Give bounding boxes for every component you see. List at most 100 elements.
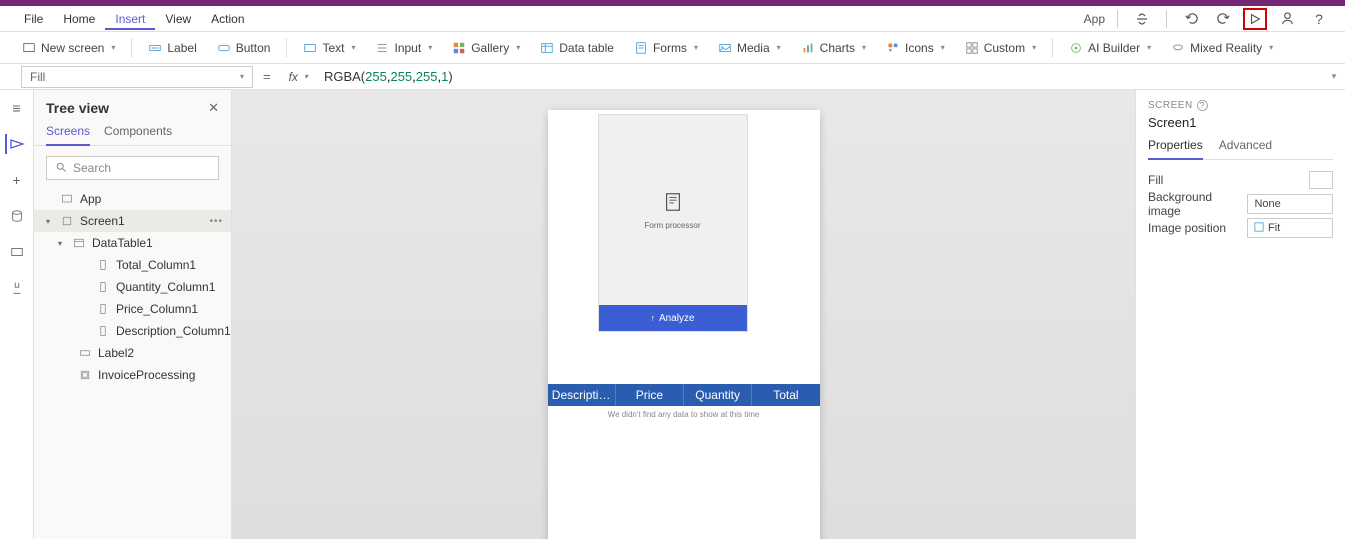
tree-view-title: Tree view	[46, 100, 109, 116]
column-header-quantity[interactable]: Quantity	[684, 384, 752, 406]
app-checker-button[interactable]: App	[1084, 8, 1105, 30]
property-selector[interactable]: Fill▾	[21, 66, 253, 88]
media-icon	[718, 41, 732, 55]
chevron-down-icon[interactable]: ▾	[46, 217, 54, 226]
tree-node-price-column[interactable]: Price_Column1	[34, 298, 231, 320]
tree-node-invoice-processing[interactable]: InvoiceProcessing	[34, 364, 231, 386]
component-icon	[78, 368, 92, 382]
tab-advanced[interactable]: Advanced	[1219, 138, 1272, 159]
chevron-down-icon: ▾	[1032, 43, 1036, 52]
info-icon[interactable]: ?	[1197, 100, 1208, 111]
menu-view[interactable]: View	[155, 7, 201, 30]
analyze-button[interactable]: ↑Analyze	[599, 305, 747, 331]
custom-button[interactable]: Custom▾	[957, 37, 1044, 59]
tree-node-app[interactable]: App	[34, 188, 231, 210]
gallery-button[interactable]: Gallery▾	[444, 37, 528, 59]
menu-file[interactable]: File	[14, 7, 53, 30]
undo-icon[interactable]	[1179, 8, 1203, 30]
close-icon[interactable]: ✕	[208, 100, 219, 116]
selected-control-name: Screen1	[1148, 115, 1333, 130]
tab-screens[interactable]: Screens	[46, 124, 90, 146]
hamburger-icon[interactable]: ≡	[7, 98, 27, 118]
column-header-description[interactable]: Descripti…	[548, 384, 616, 406]
button-button[interactable]: Button	[209, 37, 279, 59]
search-icon	[55, 161, 67, 176]
screen-canvas[interactable]: Form processor ↑Analyze Descripti… Price…	[548, 110, 820, 539]
chevron-down-icon: ▾	[1147, 43, 1151, 52]
gallery-icon	[452, 41, 466, 55]
data-table-control[interactable]: Descripti… Price Quantity Total We didn'…	[548, 384, 820, 423]
ribbon-toolbar: New screen▾ Label Button Text▾ Input▾ Ga…	[0, 32, 1345, 64]
form-processor-control[interactable]: Form processor ↑Analyze	[598, 114, 748, 332]
media-button[interactable]: Media▾	[710, 37, 789, 59]
tree-node-total-column[interactable]: Total_Column1	[34, 254, 231, 276]
fx-label[interactable]: fx▾	[281, 70, 316, 84]
tree-node-screen1[interactable]: ▾Screen1•••	[34, 210, 231, 232]
chevron-down-icon: ▾	[862, 43, 866, 52]
screen-icon	[22, 41, 36, 55]
tree-node-quantity-column[interactable]: Quantity_Column1	[34, 276, 231, 298]
datatable-button[interactable]: Data table	[532, 37, 622, 59]
charts-icon	[801, 41, 815, 55]
share-icon[interactable]	[1130, 8, 1154, 30]
chevron-down-icon: ▾	[304, 72, 308, 81]
tree-node-label2[interactable]: Label2	[34, 342, 231, 364]
tools-icon[interactable]	[7, 278, 27, 298]
upload-icon: ↑	[650, 313, 655, 323]
help-icon[interactable]: ?	[1307, 8, 1331, 30]
formula-expand-icon[interactable]: ▾	[1329, 71, 1345, 82]
tree-node-datatable1[interactable]: ▾DataTable1	[34, 232, 231, 254]
menu-home[interactable]: Home	[53, 7, 105, 30]
user-icon[interactable]	[1275, 8, 1299, 30]
mixed-reality-button[interactable]: Mixed Reality▾	[1163, 37, 1281, 59]
prop-label-bg-image: Background image	[1148, 190, 1247, 218]
tree-node-description-column[interactable]: Description_Column1	[34, 320, 231, 342]
img-position-select[interactable]: Fit	[1247, 218, 1333, 238]
label-button[interactable]: Label	[140, 37, 204, 59]
app-side-rail: ≡ +	[0, 90, 34, 539]
menu-action[interactable]: Action	[201, 7, 254, 30]
menu-insert[interactable]: Insert	[105, 7, 155, 30]
fill-color-picker[interactable]	[1309, 171, 1333, 189]
screen-type-label: SCREEN ?	[1148, 100, 1333, 111]
ai-builder-button[interactable]: AI Builder▾	[1061, 37, 1159, 59]
input-icon	[375, 41, 389, 55]
tree-view-icon[interactable]	[5, 134, 27, 154]
label-icon	[78, 346, 92, 360]
tree-view-panel: Tree view ✕ Screens Components Search Ap…	[34, 90, 232, 539]
bg-image-select[interactable]: None	[1247, 194, 1333, 214]
custom-icon	[965, 41, 979, 55]
media-rail-icon[interactable]	[7, 242, 27, 262]
chevron-down-icon: ▾	[351, 43, 355, 52]
icons-button[interactable]: Icons▾	[878, 37, 953, 59]
redo-icon[interactable]	[1211, 8, 1235, 30]
charts-button[interactable]: Charts▾	[793, 37, 874, 59]
more-icon[interactable]: •••	[209, 216, 223, 227]
column-icon	[96, 302, 110, 316]
new-screen-button[interactable]: New screen▾	[14, 37, 123, 59]
insert-icon[interactable]: +	[7, 170, 27, 190]
chevron-down-icon: ▾	[428, 43, 432, 52]
text-icon	[303, 41, 317, 55]
chevron-down-icon[interactable]: ▾	[58, 239, 66, 248]
datatable-icon	[540, 41, 554, 55]
formula-input[interactable]: RGBA(255, 255, 255, 1)	[316, 66, 1329, 88]
column-header-price[interactable]: Price	[616, 384, 684, 406]
ai-icon	[1069, 41, 1083, 55]
input-button[interactable]: Input▾	[367, 37, 440, 59]
data-icon[interactable]	[7, 206, 27, 226]
play-preview-icon[interactable]	[1243, 8, 1267, 30]
header-separator	[1166, 10, 1167, 28]
forms-icon	[634, 41, 648, 55]
column-header-total[interactable]: Total	[752, 384, 819, 406]
screen-icon	[60, 214, 74, 228]
column-icon	[96, 324, 110, 338]
tree-search-input[interactable]: Search	[46, 156, 219, 180]
tab-components[interactable]: Components	[104, 124, 172, 145]
text-button[interactable]: Text▾	[295, 37, 363, 59]
chevron-down-icon: ▾	[1269, 43, 1273, 52]
canvas-area[interactable]: Form processor ↑Analyze Descripti… Price…	[232, 90, 1135, 539]
icons-icon	[886, 41, 900, 55]
tab-properties[interactable]: Properties	[1148, 138, 1203, 160]
forms-button[interactable]: Forms▾	[626, 37, 706, 59]
